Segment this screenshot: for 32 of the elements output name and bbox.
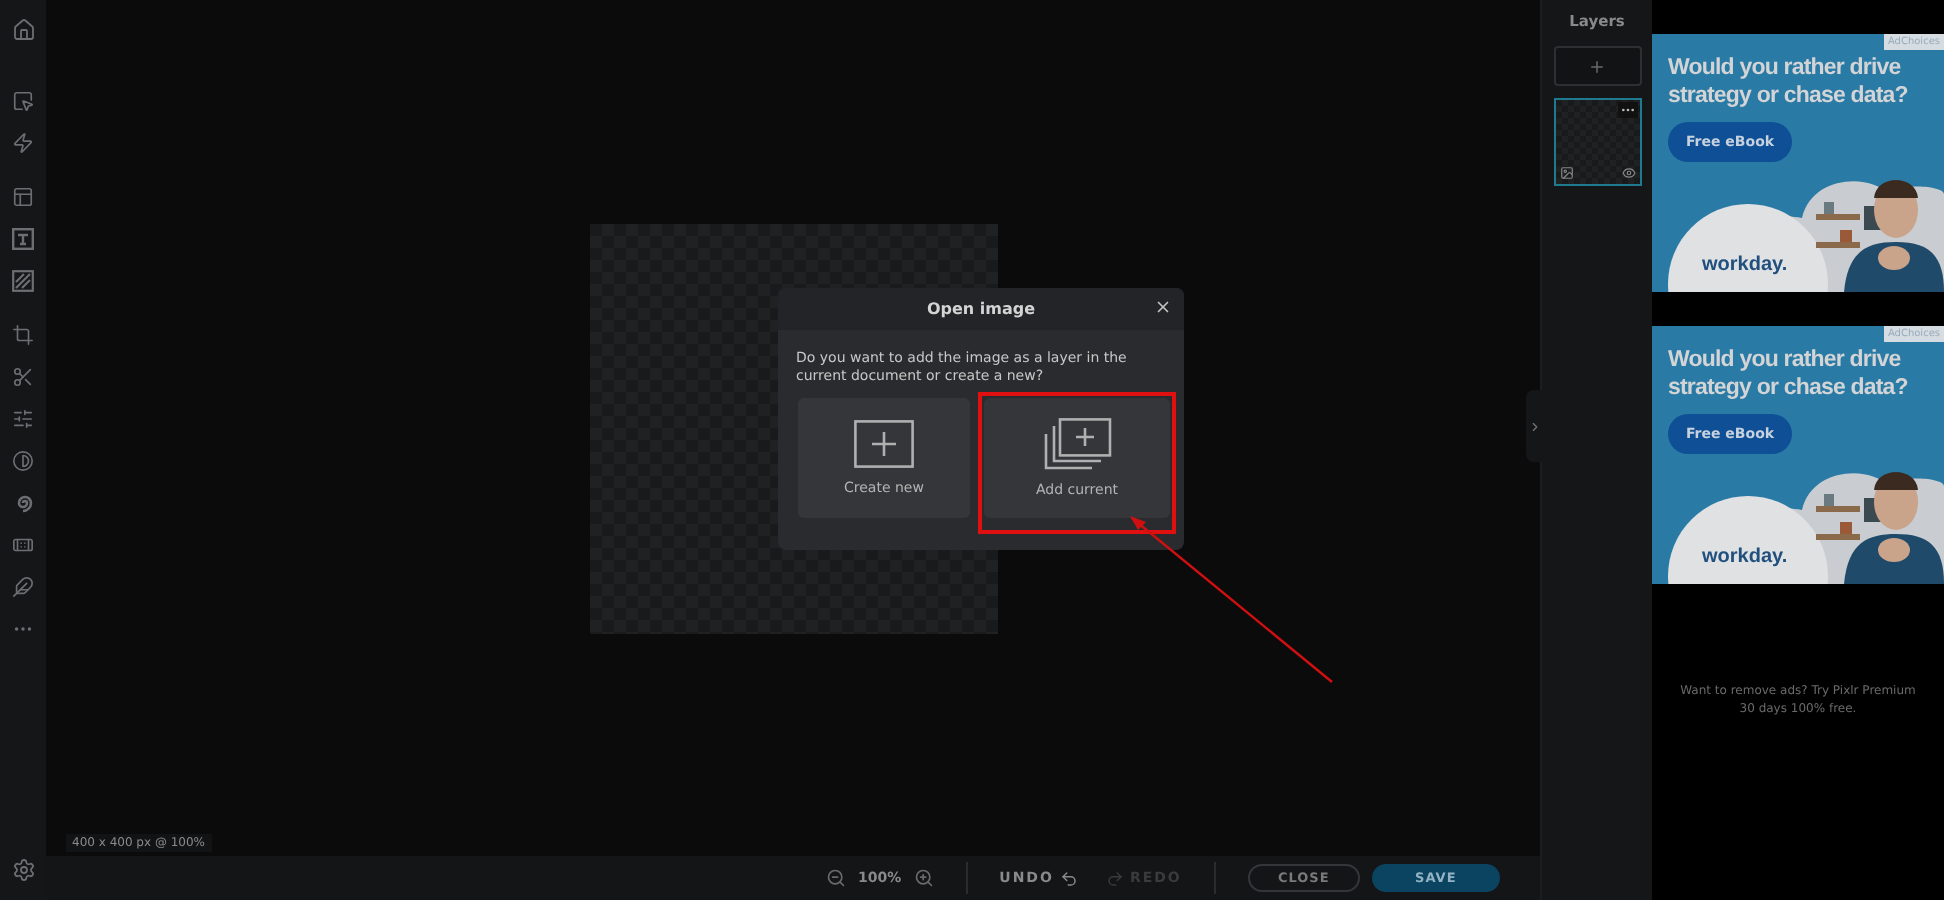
scissors-icon[interactable] (12, 366, 34, 388)
collapse-handle[interactable] (1526, 390, 1542, 462)
layout-icon[interactable] (12, 186, 34, 208)
feather-icon[interactable] (12, 576, 34, 598)
layer-thumbnail[interactable] (1553, 98, 1641, 186)
redo-icon (1105, 869, 1124, 887)
plus-icon (1588, 57, 1606, 75)
plus-frame-icon (854, 420, 914, 468)
zoom-out-icon[interactable] (826, 868, 846, 888)
ad-logo: workday. (1702, 546, 1788, 568)
settings-icon[interactable] (11, 858, 35, 882)
bandage-icon[interactable] (12, 534, 34, 556)
contrast-icon[interactable] (12, 450, 34, 472)
spiral-icon[interactable] (12, 492, 34, 514)
hatched-square-icon[interactable] (12, 270, 34, 292)
lightning-icon[interactable] (12, 132, 34, 154)
sliders-icon[interactable] (12, 408, 34, 430)
eye-icon[interactable] (1621, 166, 1635, 180)
zoom-in-icon[interactable] (913, 868, 934, 888)
pointer-square-icon[interactable] (12, 90, 34, 112)
dialog-title: Open image (926, 300, 1036, 318)
text-frame-icon[interactable] (12, 228, 34, 250)
more-icon[interactable] (1617, 102, 1637, 118)
ad-logo: workday. (1702, 254, 1788, 276)
crop-icon[interactable] (12, 324, 34, 346)
ad-headline: Would you rather drive strategy or chase data? (1668, 54, 1910, 110)
home-icon[interactable] (11, 18, 35, 42)
undo-icon (1059, 869, 1078, 887)
close-icon[interactable] (1154, 298, 1172, 316)
ad-headline: Would you rather drive strategy or chase data? (1668, 346, 1910, 402)
image-icon (1559, 166, 1573, 180)
stacked-frames-icon (1043, 418, 1111, 470)
